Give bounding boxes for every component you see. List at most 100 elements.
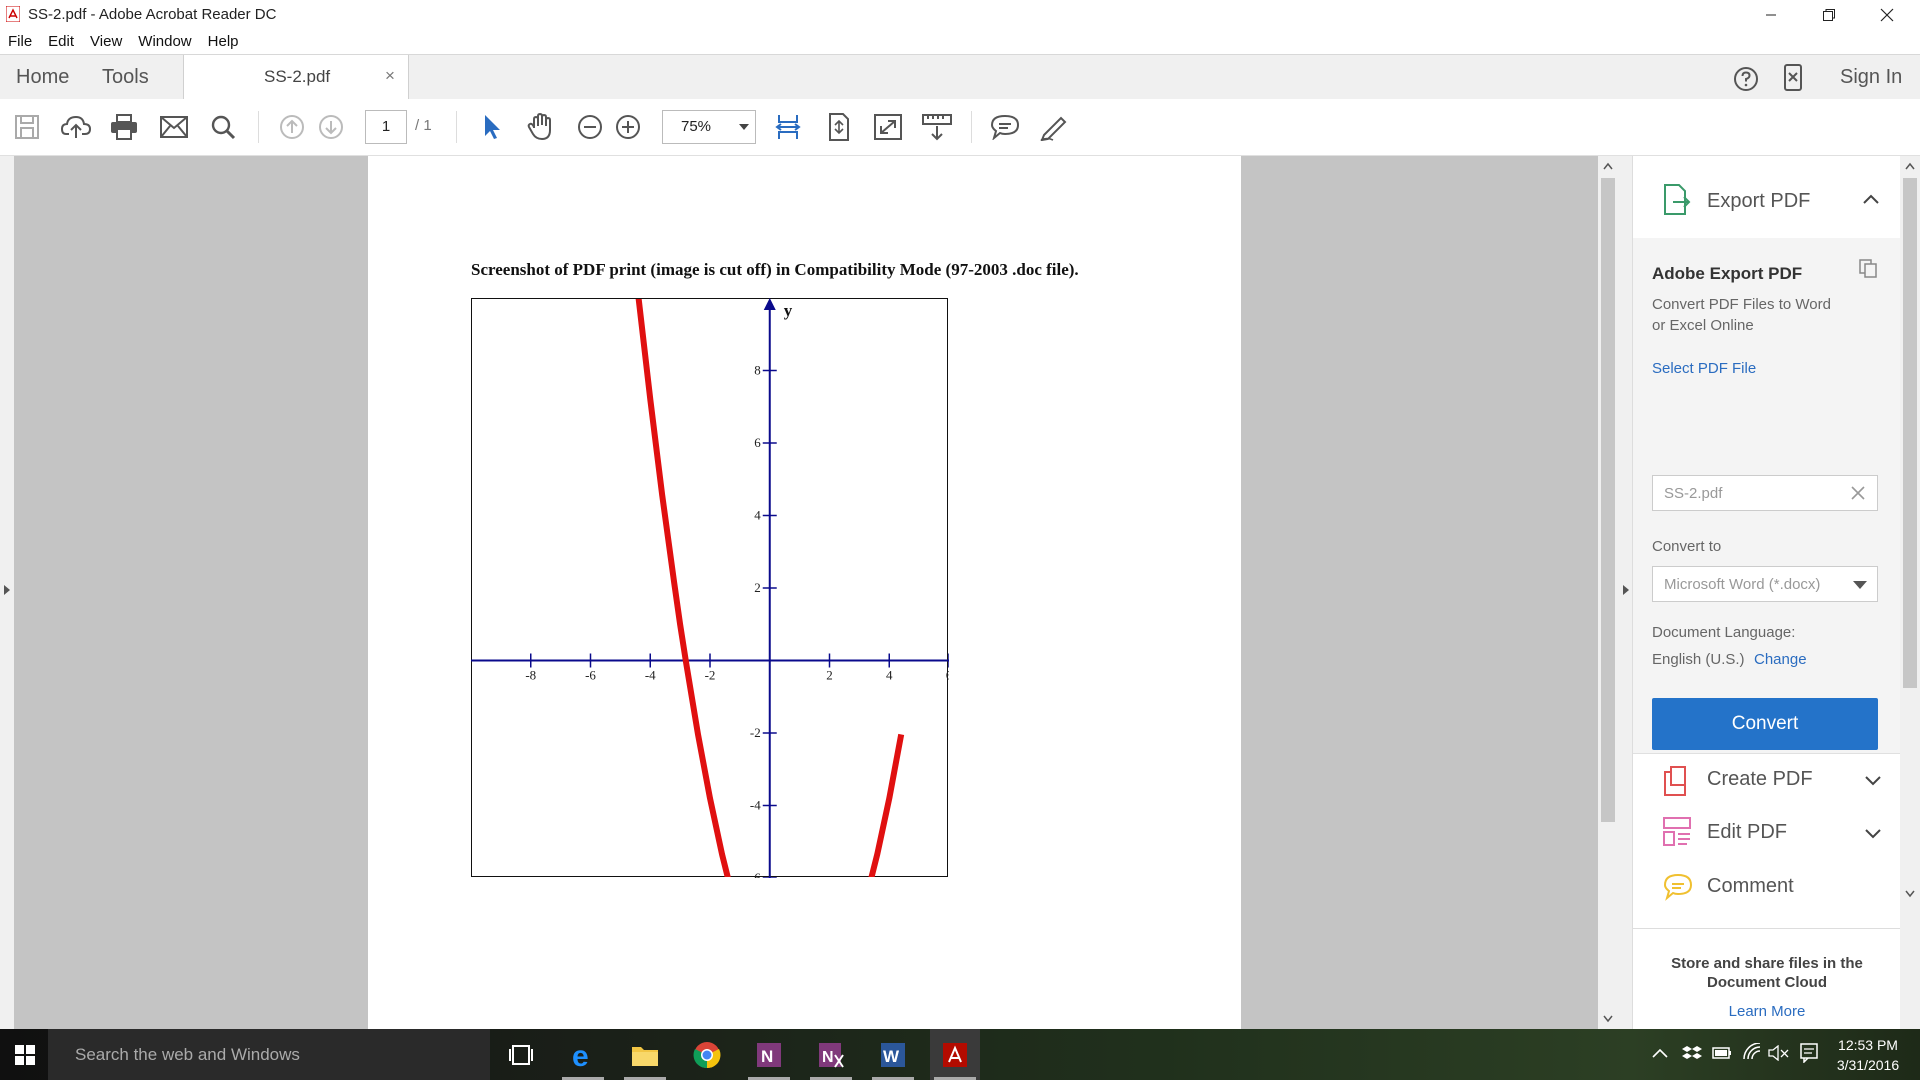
taskbar-search-box[interactable]: Search the web and Windows <box>48 1029 490 1080</box>
pane-scroll-thumb[interactable] <box>1903 178 1917 688</box>
dropbox-icon[interactable] <box>1682 1044 1702 1062</box>
close-window-button[interactable] <box>1858 0 1916 29</box>
windows-logo-icon <box>15 1044 35 1065</box>
hand-tool-button[interactable] <box>524 111 556 143</box>
export-pdf-body: Adobe Export PDF Convert PDF Files to Wo… <box>1633 238 1901 753</box>
change-language-link[interactable]: Change <box>1754 651 1807 668</box>
previous-page-button[interactable] <box>276 111 308 143</box>
select-tool-button[interactable] <box>476 111 508 143</box>
convert-to-label: Convert to <box>1652 538 1722 555</box>
save-icon <box>15 115 39 139</box>
taskbar-onenote-clipper[interactable]: N <box>806 1029 856 1080</box>
taskbar-file-explorer[interactable] <box>620 1029 670 1080</box>
sign-button[interactable] <box>1038 111 1070 143</box>
upload-cloud-button[interactable] <box>60 111 92 143</box>
svg-text:N: N <box>822 1049 834 1066</box>
read-mode-button[interactable] <box>921 111 953 143</box>
copy-docs-icon[interactable] <box>1858 258 1878 278</box>
zoom-in-button[interactable] <box>612 111 644 143</box>
fit-page-button[interactable] <box>772 111 804 143</box>
menu-edit[interactable]: Edit <box>48 33 74 50</box>
taskbar-edge[interactable]: e <box>558 1029 608 1080</box>
taskbar-search-placeholder: Search the web and Windows <box>75 1045 300 1064</box>
show-hidden-icons-icon[interactable] <box>1652 1047 1668 1059</box>
pen-sign-icon <box>1040 116 1067 141</box>
tab-document[interactable]: SS-2.pdf × <box>183 55 409 100</box>
chevron-up-icon[interactable] <box>1863 194 1879 204</box>
zoom-out-button[interactable] <box>574 111 606 143</box>
taskbar-onenote[interactable]: N <box>744 1029 794 1080</box>
scroll-down-icon[interactable] <box>1603 1015 1613 1023</box>
comment-button[interactable] <box>989 111 1021 143</box>
rotate-button[interactable] <box>823 111 855 143</box>
pdf-page: Screenshot of PDF print (image is cut of… <box>368 156 1241 1029</box>
menu-window[interactable]: Window <box>138 33 191 50</box>
x-tick-label: 2 <box>826 668 833 683</box>
taskbar-chrome[interactable] <box>682 1029 732 1080</box>
scroll-up-icon[interactable] <box>1603 162 1613 170</box>
start-button[interactable] <box>0 1029 50 1080</box>
taskbar-clock[interactable]: 12:53 PM 3/31/2016 <box>1820 1035 1916 1075</box>
minimize-button[interactable] <box>1742 0 1800 29</box>
next-page-button[interactable] <box>315 111 347 143</box>
convert-format-select[interactable]: Microsoft Word (*.docx) <box>1652 566 1878 602</box>
export-description-2: or Excel Online <box>1652 317 1754 334</box>
export-pdf-header[interactable]: Export PDF <box>1633 156 1901 238</box>
pane-scrollbar[interactable] <box>1900 156 1920 1029</box>
volume-muted-icon[interactable] <box>1768 1045 1790 1061</box>
zoom-select[interactable]: 75% <box>662 110 756 144</box>
close-tab-icon[interactable]: × <box>385 66 395 86</box>
tab-tools[interactable]: Tools <box>102 55 149 99</box>
full-screen-button[interactable] <box>872 111 904 143</box>
tools-pane: Export PDF Adobe Export PDF Convert PDF … <box>1632 156 1901 1030</box>
restore-button[interactable] <box>1800 0 1858 29</box>
menu-view[interactable]: View <box>90 33 122 50</box>
clock-time: 12:53 PM <box>1838 1037 1898 1053</box>
comment-bubble-icon <box>991 114 1019 140</box>
taskbar-word[interactable]: W <box>868 1029 918 1080</box>
menu-file[interactable]: File <box>8 33 32 50</box>
clear-file-icon[interactable] <box>1851 486 1865 500</box>
hand-icon <box>527 113 551 141</box>
email-button[interactable] <box>158 111 190 143</box>
print-button[interactable] <box>108 111 140 143</box>
expand-left-panel-icon[interactable] <box>3 584 11 596</box>
chevron-down-icon[interactable] <box>1865 776 1881 786</box>
scroll-up-icon[interactable] <box>1905 162 1915 170</box>
convert-button[interactable]: Convert <box>1652 698 1878 750</box>
right-pane-toggle-strip[interactable] <box>1618 156 1632 1029</box>
toolbar-separator <box>456 111 457 143</box>
task-view-button[interactable] <box>496 1029 546 1080</box>
search-button[interactable] <box>207 111 239 143</box>
collapse-right-pane-icon[interactable] <box>1622 584 1630 596</box>
y-tick-label: -6 <box>750 870 761 878</box>
battery-icon[interactable] <box>1712 1046 1732 1060</box>
tool-comment[interactable]: Comment <box>1633 861 1901 915</box>
learn-more-link[interactable]: Learn More <box>1633 1003 1901 1020</box>
tool-edit-pdf[interactable]: Edit PDF <box>1633 807 1901 861</box>
left-panel-toggle-strip[interactable] <box>0 156 14 1029</box>
taskbar-acrobat[interactable] <box>930 1029 980 1080</box>
menu-help[interactable]: Help <box>208 33 239 50</box>
sign-in-link[interactable]: Sign In <box>1840 55 1902 99</box>
page-number-input[interactable]: 1 <box>365 110 407 144</box>
document-scroll-thumb[interactable] <box>1601 178 1615 822</box>
selected-file-field[interactable]: SS-2.pdf <box>1652 475 1878 511</box>
document-scrollbar[interactable] <box>1598 156 1618 1029</box>
zoom-in-icon <box>616 115 640 139</box>
svg-text:N: N <box>761 1047 773 1066</box>
scroll-down-icon[interactable] <box>1905 890 1915 898</box>
x-tick-label: -8 <box>525 668 536 683</box>
wifi-icon[interactable] <box>1742 1043 1762 1061</box>
selected-file-name: SS-2.pdf <box>1664 485 1723 502</box>
chevron-down-icon[interactable] <box>1865 829 1881 839</box>
notifications-icon[interactable] <box>1800 1043 1818 1063</box>
select-pdf-file-link[interactable]: Select PDF File <box>1652 360 1756 377</box>
help-icon[interactable] <box>1732 65 1760 93</box>
mobile-link-icon[interactable] <box>1782 64 1804 92</box>
tab-home[interactable]: Home <box>16 55 69 99</box>
save-button[interactable] <box>11 111 43 143</box>
arrow-down-circle-icon <box>319 115 343 139</box>
document-cloud-promo: Store and share files in the Document Cl… <box>1633 928 1901 1030</box>
tool-create-pdf[interactable]: Create PDF <box>1633 753 1901 808</box>
